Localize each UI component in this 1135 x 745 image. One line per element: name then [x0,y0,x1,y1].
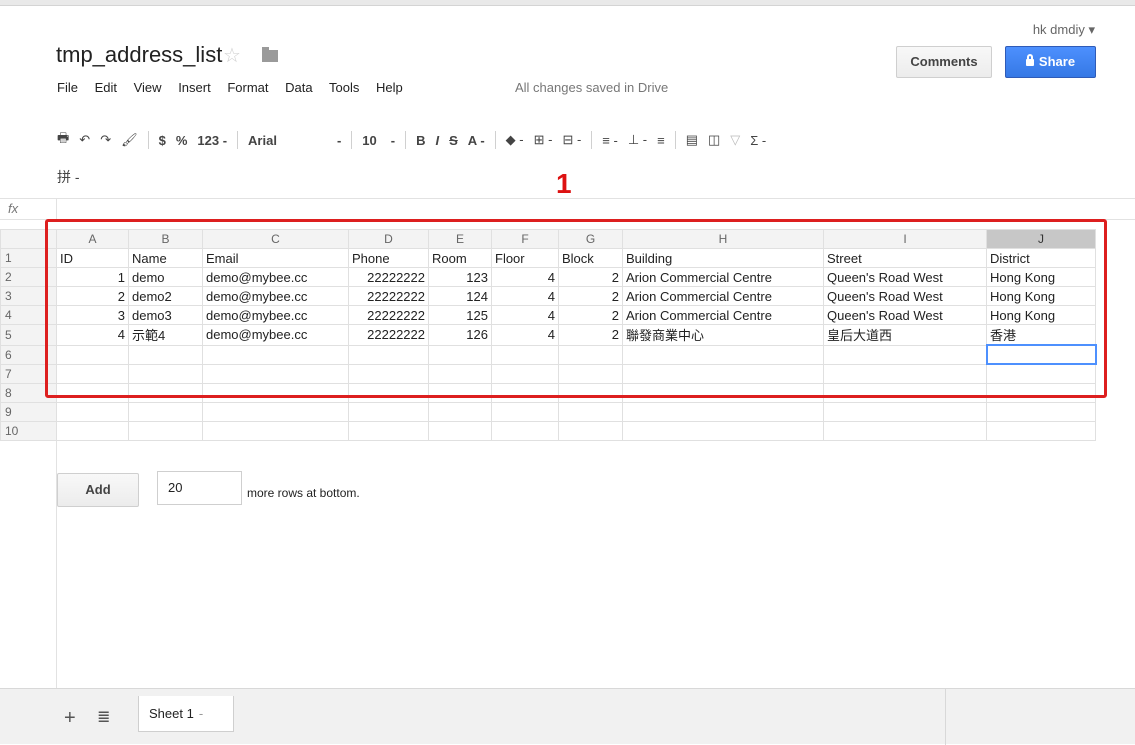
grid-cell[interactable] [348,401,429,422]
menu-data[interactable]: Data [285,80,312,95]
sheet-tab-bar: + ≣ Sheet 1- [0,688,1135,745]
toolbar-divider [405,131,407,149]
toolbar: 🖶 ↶ ↷ 🖌 $ % 123 - Arial - 10- B I S A - ◆… [57,128,776,152]
save-status: All changes saved in Drive [515,80,669,95]
add-sheet-icon[interactable]: + [64,707,76,730]
annotation-marker: 1 [556,168,572,199]
comments-button[interactable]: Comments [896,46,992,78]
divider [945,689,946,745]
grid-cell[interactable] [491,401,559,422]
top-bar [0,0,1135,6]
formula-bar: fx [0,198,1135,220]
add-rows-count-input[interactable]: 20 [157,471,242,505]
highlight-box [45,219,1107,398]
menu-edit[interactable]: Edit [95,80,117,95]
menu-tools[interactable]: Tools [329,80,359,95]
grid-cell[interactable] [428,420,492,441]
grid-cell[interactable] [202,401,349,422]
currency-format-button[interactable]: $ [159,133,166,148]
sheet-list-icon[interactable]: ≣ [97,707,110,727]
grid-cell[interactable] [986,401,1096,422]
menu-file[interactable]: File [57,80,78,95]
grid-cell[interactable] [491,420,559,441]
menu-format[interactable]: Format [227,80,268,95]
grid-cell[interactable] [558,420,623,441]
table-row: 9 [0,401,1096,422]
text-color-button[interactable]: A - [468,133,485,148]
sheet-tab-menu-icon[interactable]: - [199,706,203,721]
fill-color-icon[interactable]: ◆ - [506,132,524,148]
font-dropdown[interactable]: Arial - [248,133,341,148]
pinyin-button[interactable]: 拼 - [57,167,80,187]
grid-cell[interactable] [428,401,492,422]
italic-button[interactable]: I [436,133,440,148]
add-rows-label: more rows at bottom. [247,486,360,500]
paint-format-icon[interactable]: 🖌 [121,132,138,148]
menu-help[interactable]: Help [376,80,403,95]
insert-chart-icon[interactable]: ◫ [708,132,720,148]
font-size-dropdown[interactable]: 10- [362,133,395,148]
row-header[interactable]: 9 [0,401,57,422]
toolbar-divider [674,131,676,149]
percent-format-button[interactable]: % [176,133,188,148]
menu-bar: File Edit View Insert Format Data Tools … [57,80,416,95]
print-icon[interactable]: 🖶 [57,129,69,151]
toolbar-divider [351,131,353,149]
grid-cell[interactable] [128,401,203,422]
folder-icon[interactable] [262,47,278,62]
menu-view[interactable]: View [134,80,162,95]
toolbar-divider [147,131,149,149]
bold-button[interactable]: B [416,133,425,148]
fx-icon: fx [8,201,19,216]
horizontal-align-icon[interactable]: ≡ - [602,133,618,148]
grid-cell[interactable] [202,420,349,441]
menu-insert[interactable]: Insert [178,80,211,95]
grid-cell[interactable] [622,401,824,422]
row-header[interactable]: 10 [0,420,57,441]
grid-cell[interactable] [558,401,623,422]
grid-cell[interactable] [348,420,429,441]
vertical-align-icon[interactable]: ⊥ - [628,132,647,148]
undo-icon[interactable]: ↶ [79,132,90,148]
add-rows-button[interactable]: Add [57,473,139,507]
filter-icon[interactable]: ▽ [730,132,740,148]
formula-input[interactable] [56,199,1135,219]
grid-cell[interactable] [823,401,987,422]
star-icon[interactable]: ☆ [223,43,241,68]
grid-cell[interactable] [128,420,203,441]
toolbar-divider [591,131,593,149]
grid-cell[interactable] [56,401,129,422]
redo-icon[interactable]: ↷ [100,132,111,148]
functions-icon[interactable]: Σ - [750,133,766,148]
insert-comment-icon[interactable]: ▤ [686,132,698,148]
toolbar-divider [237,131,239,149]
borders-icon[interactable]: ⊞ - [534,132,553,148]
merge-cells-icon[interactable]: ⊟ - [562,132,581,148]
number-format-dropdown[interactable]: 123 - [197,133,227,148]
grid-cell[interactable] [823,420,987,441]
document-title[interactable]: tmp_address_list [56,42,222,68]
wrap-text-icon[interactable]: ≡ [657,133,665,148]
grid-cell[interactable] [56,420,129,441]
grid-cell[interactable] [622,420,824,441]
toolbar-divider [494,131,496,149]
table-row: 10 [0,420,1096,441]
sheet-tab[interactable]: Sheet 1- [138,696,234,732]
lock-icon [1025,54,1034,66]
grid-cell[interactable] [986,420,1096,441]
strikethrough-button[interactable]: S [449,133,458,148]
user-account-menu[interactable]: hk dmdiy ▾ [1033,22,1095,38]
share-button[interactable]: Share [1005,46,1096,78]
